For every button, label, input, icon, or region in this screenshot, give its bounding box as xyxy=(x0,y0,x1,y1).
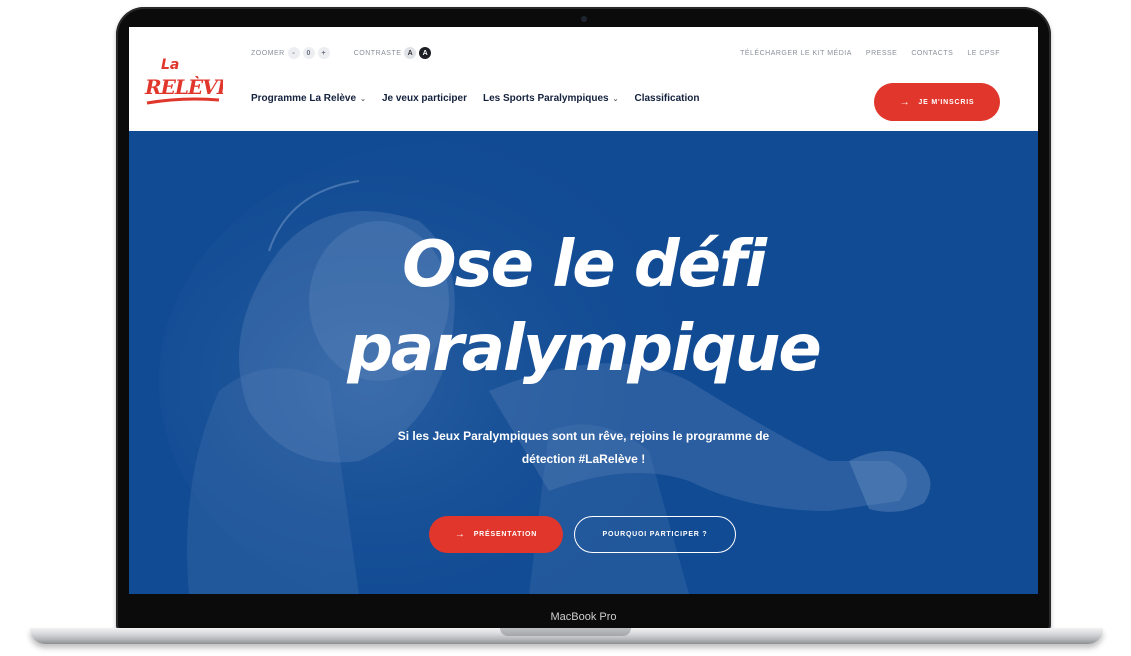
presentation-label: Présentation xyxy=(473,531,538,538)
contrast-label: contraste xyxy=(353,49,402,57)
nav-item-classification[interactable]: Classification xyxy=(634,93,699,104)
utility-links: Télécharger le kit média Presse Contacts… xyxy=(740,45,1000,61)
accessibility-bar: zoomer - 0 + contraste A A xyxy=(251,45,432,61)
hero-section: Ose le défi paralympique Si les Jeux Par… xyxy=(129,131,1038,594)
zoom-out-button[interactable]: - xyxy=(287,47,300,59)
contrast-light-button[interactable]: A xyxy=(404,47,417,59)
contrast-controls: contraste A A xyxy=(354,47,432,59)
la-releve-logo[interactable]: La RELÈVE xyxy=(143,53,223,111)
logo-main-text: RELÈVE xyxy=(144,75,223,99)
laptop-notch xyxy=(500,628,631,636)
screen: La RELÈVE zoomer - 0 + contraste A A Tél… xyxy=(129,27,1038,594)
nav-label: Classification xyxy=(634,93,700,104)
contrast-dark-button[interactable]: A xyxy=(419,47,432,59)
chevron-down-icon: ⌄ xyxy=(612,95,619,103)
chevron-down-icon: ⌄ xyxy=(360,95,366,103)
arrow-right-icon: → xyxy=(454,529,466,540)
nav-label: Programme La Relève xyxy=(251,93,357,104)
nav-item-programme[interactable]: Programme La Relève ⌄ xyxy=(251,93,366,104)
signup-label: Je m'inscris xyxy=(918,98,975,106)
nav-item-sports[interactable]: Les Sports Paralympiques ⌄ xyxy=(483,93,618,104)
hero-title-line1: Ose le défi xyxy=(402,228,767,302)
signup-button[interactable]: → Je m'inscris xyxy=(874,83,1000,121)
site-header: La RELÈVE zoomer - 0 + contraste A A Tél… xyxy=(129,27,1038,131)
arrow-right-icon: → xyxy=(899,96,911,108)
logo-top-text: La xyxy=(161,57,179,73)
nav-label: Je veux participer xyxy=(381,93,467,104)
why-participate-label: Pourquoi participer ? xyxy=(602,531,708,538)
main-nav: Programme La Relève ⌄ Je veux participer… xyxy=(251,93,700,104)
why-participate-button[interactable]: Pourquoi participer ? xyxy=(574,516,736,553)
cpsf-link[interactable]: Le CPSF xyxy=(967,50,1000,57)
presentation-button[interactable]: → Présentation xyxy=(429,516,563,553)
nav-item-participer[interactable]: Je veux participer xyxy=(382,93,467,104)
hero-subtitle-line2: détection #LaRelève ! xyxy=(521,452,646,466)
zoom-in-button[interactable]: + xyxy=(317,47,330,59)
logo-underline xyxy=(146,97,220,105)
device-label: MacBook Pro xyxy=(550,611,617,623)
zoom-reset-button[interactable]: 0 xyxy=(302,47,315,59)
zoom-label: zoomer xyxy=(251,49,285,57)
camera-icon xyxy=(580,16,587,22)
nav-label: Les Sports Paralympiques xyxy=(482,93,609,104)
kit-media-link[interactable]: Télécharger le kit média xyxy=(740,50,852,57)
hero-subtitle-line1: Si les Jeux Paralympiques sont un rêve, … xyxy=(397,429,770,443)
hero-title-line2: paralympique xyxy=(347,312,822,386)
contacts-link[interactable]: Contacts xyxy=(911,50,953,57)
presse-link[interactable]: Presse xyxy=(866,50,897,57)
zoom-controls: zoomer - 0 + xyxy=(251,47,330,59)
